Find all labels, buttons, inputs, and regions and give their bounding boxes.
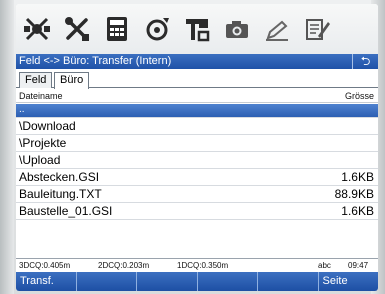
file-size: 88.9KB — [334, 187, 374, 201]
softkey-bar: Transf. Seite — [16, 272, 378, 291]
softkey-f5[interactable] — [258, 272, 319, 291]
window-title-bar: Feld <-> Büro: Transfer (Intern) ⮌ — [16, 54, 378, 69]
satellite-icon[interactable] — [20, 12, 54, 46]
column-name-header[interactable]: Dateiname — [19, 89, 63, 103]
file-name: \Projekte — [19, 136, 67, 150]
list-item-folder-upload[interactable]: \Upload — [16, 152, 378, 169]
file-size: 1.6KB — [341, 170, 374, 184]
icon-toolbar — [16, 4, 378, 54]
list-item-folder-projekte[interactable]: \Projekte — [16, 135, 378, 152]
pen-icon[interactable] — [260, 12, 294, 46]
file-name: \Upload — [19, 153, 61, 167]
list-item-folder-download[interactable]: \Download — [16, 118, 378, 135]
document-edit-icon[interactable] — [300, 12, 334, 46]
file-size: 1.6KB — [341, 204, 374, 218]
status-2d-quality: 2DCQ:0.203m — [98, 261, 150, 270]
tab-feld[interactable]: Feld — [19, 72, 53, 88]
file-name: Baustelle_01.GSI — [19, 204, 113, 218]
status-1d-quality: 1DCQ:0.350m — [177, 261, 229, 270]
softkey-page[interactable]: Seite — [319, 272, 379, 291]
tab-strip: Feld Büro — [16, 69, 378, 89]
status-time: 09:47 — [348, 261, 369, 270]
list-item-parent-folder[interactable]: .. — [16, 104, 378, 118]
softkey-f4[interactable] — [198, 272, 258, 291]
softkey-transfer[interactable]: Transf. — [16, 272, 77, 291]
window-title: Feld <-> Büro: Transfer (Intern) — [19, 55, 172, 67]
device-edge-left — [0, 0, 14, 294]
back-icon[interactable]: ⮌ — [352, 54, 378, 69]
keypad-icon[interactable] — [100, 12, 134, 46]
camera-icon[interactable] — [220, 12, 254, 46]
device-body: Feld <-> Büro: Transfer (Intern) ⮌ Feld … — [0, 0, 385, 294]
status-bar: 3DCQ:0.405m 2DCQ:0.203m 1DCQ:0.350m abc … — [16, 258, 378, 272]
file-name: .. — [19, 104, 25, 115]
tools-icon[interactable] — [60, 12, 94, 46]
file-name: Bauleitung.TXT — [19, 187, 102, 201]
column-header: Dateiname Grösse — [16, 89, 378, 103]
status-3d-quality: 3DCQ:0.405m — [19, 261, 71, 270]
softkey-f3[interactable] — [137, 272, 198, 291]
tab-buero[interactable]: Büro — [54, 72, 90, 89]
survey-tool-icon[interactable] — [180, 12, 214, 46]
file-name: \Download — [19, 119, 76, 133]
file-list: .. \Download \Projekte \Upload Abstecken… — [16, 104, 378, 256]
list-item-file[interactable]: Bauleitung.TXT 88.9KB — [16, 186, 378, 203]
file-name: Abstecken.GSI — [19, 170, 100, 184]
softkey-f2[interactable] — [77, 272, 137, 291]
status-input-mode: abc — [318, 261, 331, 270]
column-size-header[interactable]: Grösse — [345, 89, 374, 103]
list-item-file[interactable]: Abstecken.GSI 1.6KB — [16, 169, 378, 186]
screen: Feld <-> Büro: Transfer (Intern) ⮌ Feld … — [16, 4, 378, 291]
settings-wheel-icon[interactable] — [140, 12, 174, 46]
list-item-file[interactable]: Baustelle_01.GSI 1.6KB — [16, 203, 378, 220]
